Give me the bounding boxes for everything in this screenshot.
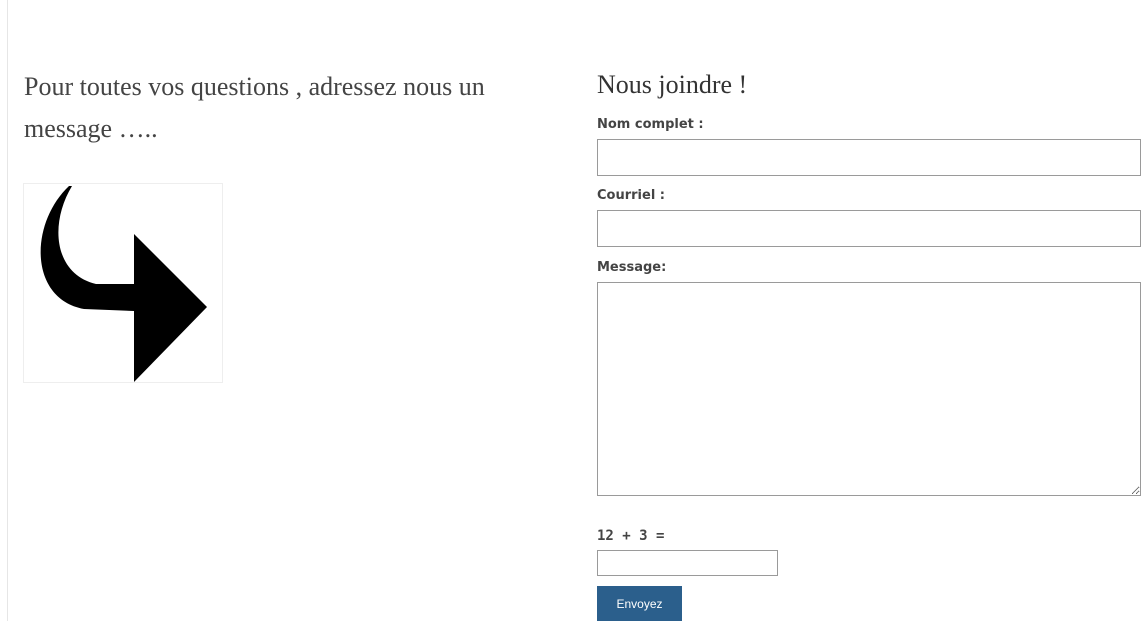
name-field-label: Nom complet : bbox=[597, 117, 704, 132]
name-field[interactable] bbox=[597, 139, 1141, 176]
intro-text: Pour toutes vos questions , adressez nou… bbox=[24, 66, 554, 150]
page-left-border bbox=[7, 0, 8, 621]
email-field-label: Courriel : bbox=[597, 188, 666, 203]
curved-arrow-right-icon bbox=[40, 186, 207, 382]
intro-text-line-2: message ….. bbox=[24, 114, 158, 143]
arrow-image bbox=[23, 183, 223, 383]
email-field[interactable] bbox=[597, 210, 1141, 247]
contact-form-title: Nous joindre ! bbox=[597, 70, 748, 99]
message-field[interactable] bbox=[597, 282, 1141, 496]
intro-text-line-1: Pour toutes vos questions , adressez nou… bbox=[24, 72, 485, 101]
message-field-label: Message: bbox=[597, 260, 667, 275]
captcha-question: 12 + 3 = bbox=[597, 528, 665, 544]
captcha-answer-field[interactable] bbox=[597, 550, 778, 576]
submit-button[interactable]: Envoyez bbox=[597, 586, 682, 621]
